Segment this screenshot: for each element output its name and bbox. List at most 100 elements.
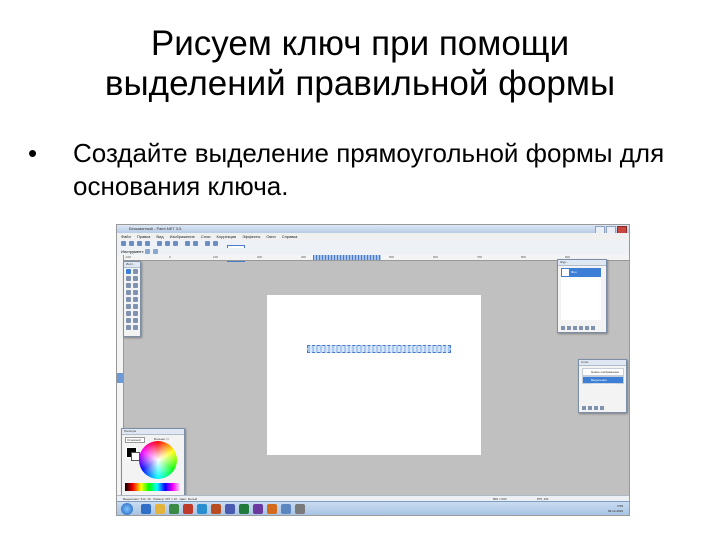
ruler-tick: 100 [213,255,219,259]
lasso-icon[interactable] [126,276,131,281]
menu-help[interactable]: Справка [282,233,298,240]
menu-adjustments[interactable]: Коррекция [217,233,237,240]
layer-row-selected[interactable]: Выделение прямоугольником [582,376,624,386]
add-layer-icon[interactable] [582,406,586,410]
tools-panel-title: Инст... [124,262,140,268]
fast-forward-icon[interactable] [591,326,595,330]
system-clock[interactable]: 9:59 06.12.2010 [608,504,623,514]
line-icon[interactable] [126,325,131,330]
redo-icon[interactable] [213,241,218,246]
image-canvas[interactable] [267,295,481,455]
gradient-icon[interactable] [133,297,138,302]
ruler-tick: 0 [169,255,171,259]
step-forward-icon[interactable] [585,326,589,330]
app-screenshot: Безымянный - Paint.NET 3.5 Файл Правка В… [116,224,630,516]
rectangle-select-icon[interactable] [126,269,131,274]
cut-icon[interactable] [157,241,162,246]
recolor-icon[interactable] [126,318,131,323]
paste-icon[interactable] [173,241,178,246]
paintnet-icon[interactable] [281,504,291,514]
history-panel: Жур... Фон [557,259,607,333]
ie-icon[interactable] [141,504,151,514]
bullet-marker: • [28,138,38,168]
powerpoint-icon[interactable] [267,504,277,514]
menu-bar: Файл Правка Вид Изображение Слои Коррекц… [117,233,629,240]
brush-icon[interactable] [126,304,131,309]
menu-effects[interactable]: Эффекты [242,233,260,240]
print-icon[interactable] [145,241,150,246]
menu-layers[interactable]: Слои [201,233,211,240]
layer-properties-icon[interactable] [600,406,604,410]
clone-stamp-icon[interactable] [133,311,138,316]
menu-view[interactable]: Вид [156,233,163,240]
menu-edit[interactable]: Правка [137,233,151,240]
menu-file[interactable]: Файл [121,233,131,240]
explorer-icon[interactable] [155,504,165,514]
palette-panel: Палитра Основной Больше >> [121,428,185,500]
magic-wand-icon[interactable] [126,290,131,295]
new-file-icon[interactable] [121,241,126,246]
move-icon[interactable] [133,276,138,281]
rewind-icon[interactable] [561,326,565,330]
ruler-selection-marker [117,373,123,383]
move-selection-icon[interactable] [133,269,138,274]
delete-layer-icon[interactable] [588,406,592,410]
history-item[interactable]: Фон [561,268,601,277]
tools-panel: Инст... [123,261,141,337]
ruler-tick: -100 [125,255,132,259]
layer-row[interactable]: Новое изображение [582,368,624,376]
antialias-icon[interactable] [153,249,158,254]
skype-icon[interactable] [197,504,207,514]
deselect-icon[interactable] [193,241,198,246]
office-icon[interactable] [211,504,221,514]
app-icon[interactable] [295,504,305,514]
title-line-1: Рисуем ключ при помощи [150,24,570,63]
save-icon[interactable] [137,241,142,246]
crop-icon[interactable] [185,241,190,246]
palette-mode-select[interactable]: Основной [125,437,145,443]
menu-window[interactable]: Окно [266,233,275,240]
rectangle-selection[interactable] [307,345,451,353]
text-icon[interactable] [133,318,138,323]
slide-title: Рисуем ключ при помощи выделений правиль… [0,24,720,104]
excel-icon[interactable] [239,504,249,514]
ellipse-select-icon[interactable] [126,283,131,288]
color-strip[interactable] [125,483,181,491]
eraser-icon[interactable] [133,304,138,309]
selection-mode-icon[interactable] [145,249,150,254]
menu-image[interactable]: Изображение [170,233,195,240]
duplicate-layer-icon[interactable] [594,406,598,410]
ruler-tick: 600 [433,255,439,259]
open-file-icon[interactable] [129,241,134,246]
ruler-tick: 500 [389,255,395,259]
onenote-icon[interactable] [253,504,263,514]
copy-icon[interactable] [165,241,170,246]
window-title: Безымянный - Paint.NET 3.5 [129,226,182,231]
layers-footer [582,406,604,410]
bucket-icon[interactable] [126,297,131,302]
history-item-label: Фон [571,270,577,274]
redo-icon[interactable] [579,326,583,330]
opera-icon[interactable] [183,504,193,514]
pan-icon[interactable] [133,290,138,295]
ruler-selection-marker [313,255,381,260]
start-button[interactable] [121,503,133,515]
window-titlebar: Безымянный - Paint.NET 3.5 [117,225,629,234]
step-back-icon[interactable] [567,326,571,330]
horizontal-ruler: -100 0 100 200 300 400 500 600 700 800 9… [123,255,629,261]
word-icon[interactable] [225,504,235,514]
zoom-icon[interactable] [133,283,138,288]
color-wheel[interactable] [139,441,177,479]
media-icon[interactable] [169,504,179,514]
undo-icon[interactable] [205,241,210,246]
undo-icon[interactable] [573,326,577,330]
palette-panel-title: Палитра [122,429,184,435]
tool-label: Инструмент: [121,249,145,254]
shapes-icon[interactable] [133,325,138,330]
history-footer [561,326,595,330]
layer-label: Новое изображение [591,370,619,374]
pencil-icon[interactable] [126,311,131,316]
history-panel-title: Жур... [558,260,606,266]
layer-label: Выделение прямоугольником [591,378,616,386]
ruler-tick: 700 [477,255,483,259]
